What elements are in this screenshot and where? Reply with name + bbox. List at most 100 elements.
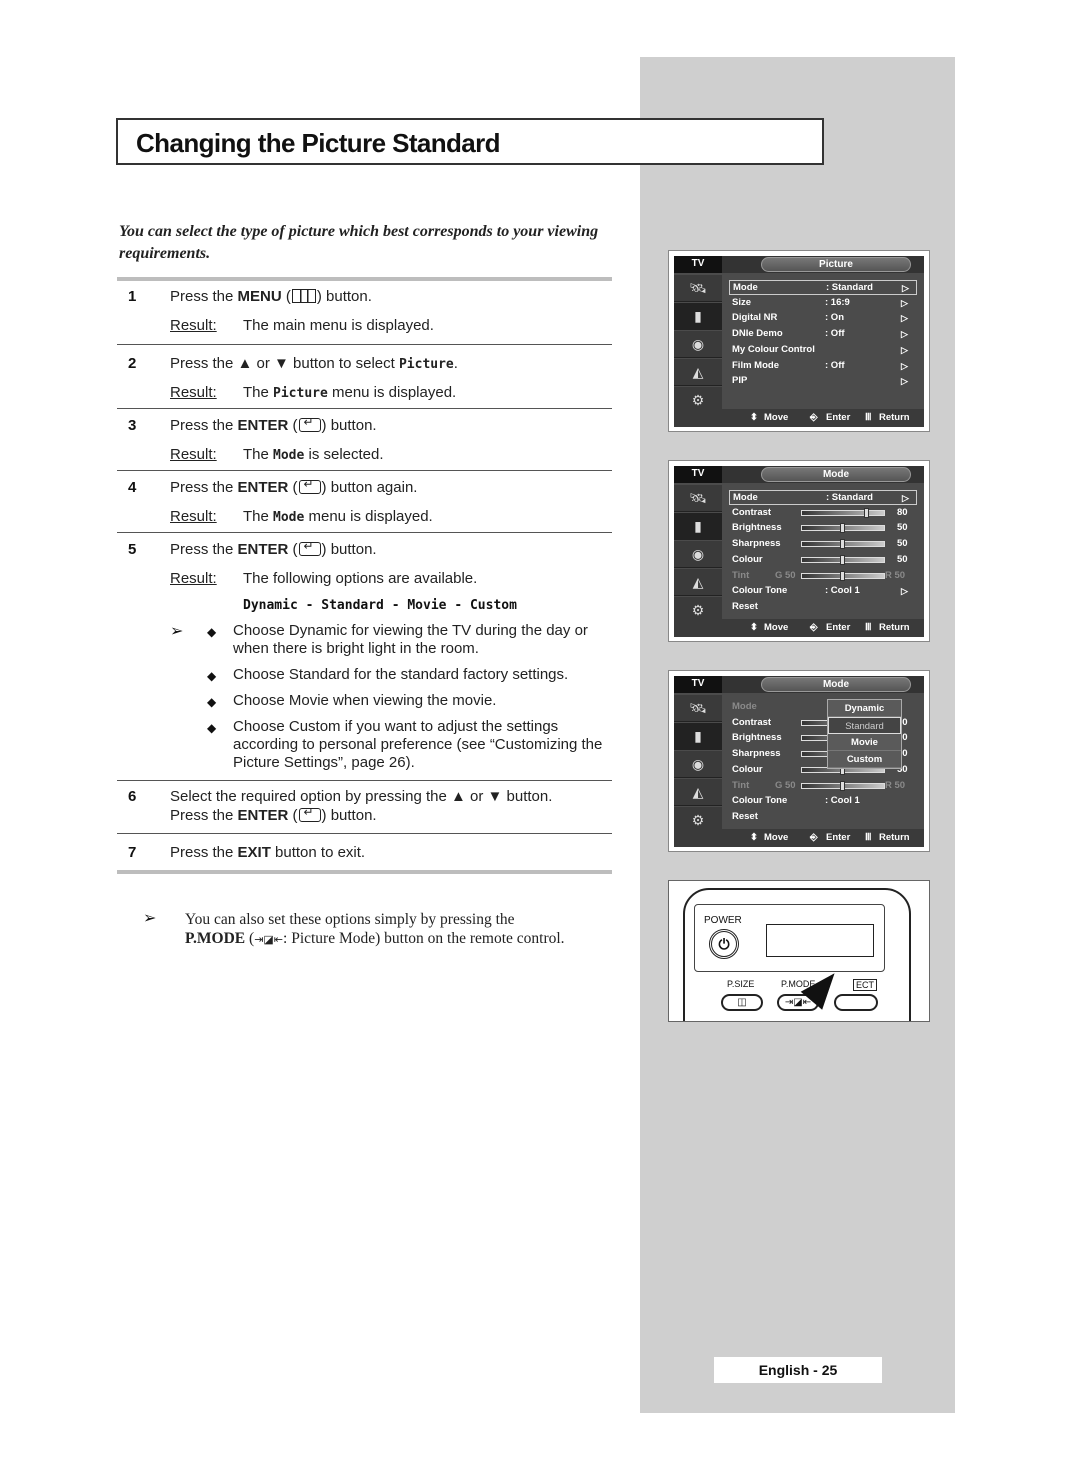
enter-icon: ⎆	[810, 622, 818, 633]
menu-row[interactable]: Reset	[729, 810, 917, 825]
arrow-right-icon: ▷	[901, 360, 908, 371]
tv-label: TV	[674, 466, 722, 483]
step-5-text: Press the ENTER () button.	[170, 539, 377, 558]
divider	[117, 532, 612, 533]
popup-option[interactable]: Standard	[828, 717, 901, 734]
slider-handle[interactable]	[840, 570, 845, 581]
divider	[117, 470, 612, 471]
step-number: 1	[128, 288, 137, 305]
menu-row-value: : Cool 1	[825, 795, 860, 807]
menu-row-label: Colour Tone	[732, 585, 788, 597]
popup-option[interactable]: Dynamic	[828, 700, 901, 717]
menu-row[interactable]: Colour 50	[729, 553, 917, 568]
menu-row-value: : On	[825, 312, 844, 324]
enter-icon	[298, 539, 321, 556]
input-icon[interactable]: 🛰	[674, 695, 722, 722]
menu-row[interactable]: DNIe Demo: Off ▷	[729, 327, 917, 342]
slider-value: 50	[897, 553, 908, 565]
slider-track[interactable]	[801, 780, 885, 791]
channel-icon[interactable]: ◭	[674, 779, 722, 806]
intro-text: You can select the type of picture which…	[119, 223, 599, 262]
menu-row[interactable]: Colour Tone: Cool 1	[729, 794, 917, 809]
note-arrow-icon: ➢	[170, 623, 184, 640]
bullet-text: Choose Standard for the standard factory…	[233, 666, 569, 683]
picture-icon[interactable]: ▮	[674, 723, 722, 750]
menu-row-label: Mode	[732, 701, 757, 712]
return-icon: Ⅲ	[865, 622, 872, 633]
power-button[interactable]: ⏻	[709, 929, 739, 959]
menu-row-label: Contrast	[732, 506, 772, 518]
slider-handle[interactable]	[840, 780, 845, 791]
enter-icon	[298, 415, 321, 432]
menu-footer: ⬍ Move ⎆ Enter Ⅲ Return	[674, 619, 924, 637]
popup-option[interactable]: Custom	[828, 751, 901, 768]
menu-row[interactable]: Film Mode: Off ▷	[729, 359, 917, 374]
divider	[117, 277, 612, 281]
menu-row[interactable]: Sharpness 50	[729, 537, 917, 552]
move-label: Move	[764, 832, 789, 843]
enter-label: Enter	[826, 412, 851, 423]
move-label: Move	[764, 412, 789, 423]
menu-row[interactable]: Tint G 50 R 50	[729, 569, 917, 584]
slider-track[interactable]	[801, 554, 885, 565]
menu-row-label: Colour	[732, 553, 763, 565]
slider-track[interactable]	[801, 539, 885, 550]
menu-row-label: Reset	[732, 810, 758, 822]
menu-row-label: Contrast	[732, 716, 772, 728]
bullet-icon: ◆	[207, 669, 217, 683]
select-button[interactable]	[834, 994, 878, 1011]
slider-handle[interactable]	[840, 554, 845, 565]
menu-row[interactable]: Colour Tone: Cool 1 ▷	[729, 584, 917, 599]
menu-row[interactable]: Mode: Standard ▷	[729, 490, 917, 505]
enter-icon	[298, 805, 321, 822]
step-2-text: Press the ▲ or ▼ button to select Pictur…	[170, 355, 458, 372]
step-number: 2	[128, 355, 137, 372]
popup-option[interactable]: Movie	[828, 734, 901, 751]
sound-icon[interactable]: ◉	[674, 541, 722, 568]
slider-handle[interactable]	[864, 507, 869, 518]
slider-track[interactable]	[801, 523, 885, 534]
slider-handle[interactable]	[840, 539, 845, 550]
menu-row[interactable]: Digital NR: On ▷	[729, 311, 917, 326]
menu-row[interactable]: Tint G 50 R 50	[729, 779, 917, 794]
select-label: ECT	[853, 979, 877, 991]
menu-icon	[291, 289, 316, 303]
menu-row-label: Brightness	[732, 732, 782, 744]
picture-icon[interactable]: ▮	[674, 303, 722, 330]
slider-track[interactable]	[801, 507, 885, 518]
tv-menu-frame: TV Mode 🛰 ▮ ◉ ◭ ⚙ Mode: Standard ▷ Contrast 80 Brig…	[674, 466, 924, 637]
divider	[117, 833, 612, 834]
divider	[117, 344, 612, 345]
step-1-result: Result: The main menu is displayed.	[170, 317, 434, 334]
slider-handle[interactable]	[840, 523, 845, 534]
menu-row-value: : Cool 1	[825, 585, 860, 597]
slider-track[interactable]	[801, 570, 885, 581]
menu-row[interactable]: PIP ▷	[729, 374, 917, 389]
note-arrow-icon: ➢	[143, 910, 157, 927]
menu-row[interactable]: Mode: Standard ▷	[729, 280, 917, 295]
tv-label: TV	[674, 676, 722, 693]
arrow-right-icon: ▷	[901, 376, 908, 387]
menu-row[interactable]: Size: 16:9 ▷	[729, 296, 917, 311]
menu-row[interactable]: Contrast 80	[729, 506, 917, 521]
menu-footer: ⬍ Move ⎆ Enter Ⅲ Return	[674, 409, 924, 427]
bullet-icon: ◆	[207, 695, 217, 709]
menu-row-label: DNIe Demo	[732, 328, 783, 340]
input-icon[interactable]: 🛰	[674, 275, 722, 302]
menu-title: Mode	[761, 467, 911, 482]
picture-icon[interactable]: ▮	[674, 513, 722, 540]
menu-row[interactable]: My Colour Control ▷	[729, 343, 917, 358]
return-icon: Ⅲ	[865, 832, 872, 843]
step-2-result: Result: The Picture menu is displayed.	[170, 384, 457, 401]
channel-icon[interactable]: ◭	[674, 359, 722, 386]
remote-top-panel: POWER ⏻	[694, 904, 885, 972]
menu-row[interactable]: Reset	[729, 600, 917, 615]
input-icon[interactable]: 🛰	[674, 485, 722, 512]
menu-title: Mode	[761, 677, 911, 692]
sound-icon[interactable]: ◉	[674, 331, 722, 358]
menu-row[interactable]: Brightness 50	[729, 521, 917, 536]
psize-button[interactable]: ◫	[721, 994, 763, 1011]
sound-icon[interactable]: ◉	[674, 751, 722, 778]
bullet-text: Choose Dynamic for viewing the TV during…	[233, 622, 588, 657]
channel-icon[interactable]: ◭	[674, 569, 722, 596]
